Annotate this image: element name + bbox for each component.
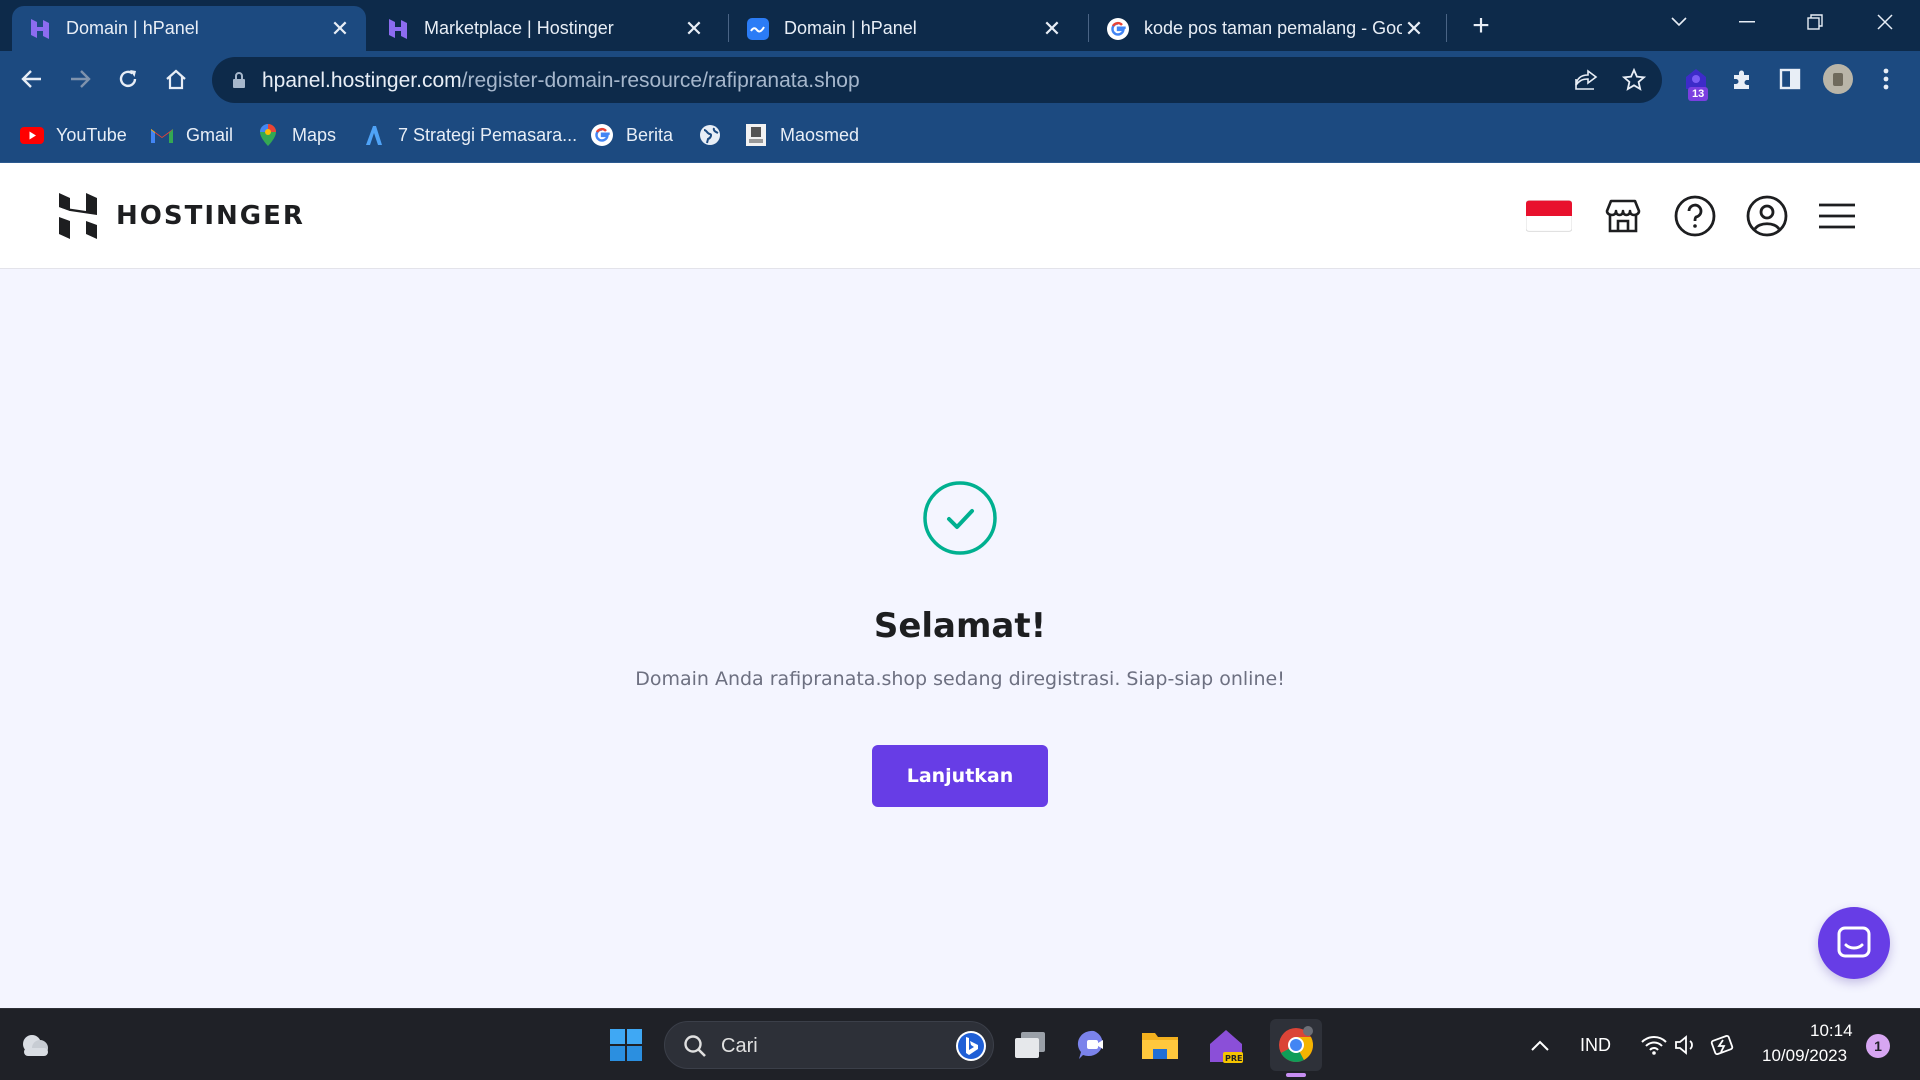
tab-marketplace[interactable]: Marketplace | Hostinger ✕ [370,6,720,51]
clock-date[interactable]: 10/09/2023 [1762,1046,1847,1066]
close-tab-icon[interactable]: ✕ [328,16,352,41]
reload-button[interactable] [110,61,146,97]
bookmark-maosmed[interactable]: Maosmed [744,122,859,148]
teams-chat-icon[interactable] [1072,1023,1116,1067]
store-icon[interactable] [1600,193,1646,239]
account-icon[interactable] [1744,193,1790,239]
taskbar-search[interactable]: Cari [664,1021,994,1069]
tab-google-search[interactable]: kode pos taman pemalang - Goo ✕ [1090,6,1440,51]
indonesia-flag-icon[interactable] [1526,193,1572,239]
search-placeholder: Cari [721,1035,758,1057]
tab-title: Domain | hPanel [66,18,199,38]
bookmarks-bar: YouTube Gmail Maps 7 Strategi Pemasara..… [0,108,1920,163]
bookmark-maps[interactable]: Maps [256,122,336,148]
extensions-puzzle-icon[interactable] [1724,61,1760,97]
browser-menu-icon[interactable] [1868,61,1904,97]
share-icon[interactable] [1574,69,1598,91]
extension-badge: 13 [1688,87,1709,101]
bookmark-gmail[interactable]: Gmail [150,122,233,148]
bookmark-label: Maosmed [780,124,860,145]
bookmark-label: YouTube [56,124,127,145]
bookmark-label: 7 Strategi Pemasara... [398,124,578,145]
back-button[interactable] [14,61,50,97]
tab-title: Marketplace | Hostinger [424,18,614,38]
maps-icon [256,123,280,147]
address-bar[interactable]: hpanel.hostinger.com/register-domain-res… [212,57,1662,103]
hostinger-logo-icon [59,193,97,239]
search-icon [684,1035,706,1057]
active-indicator [1286,1073,1306,1077]
tab-title: Domain | hPanel [784,18,917,38]
close-tab-icon[interactable]: ✕ [1040,16,1064,41]
hpanel-blue-icon [747,17,769,40]
site-header: HOSTINGER [0,163,1920,269]
restore-button[interactable] [1786,0,1844,44]
forward-button[interactable] [62,61,98,97]
lock-icon[interactable] [232,71,246,89]
profile-avatar[interactable] [1820,61,1856,97]
tab-strip: Domain | hPanel ✕ Marketplace | Hostinge… [0,0,1920,51]
url-domain: hpanel.hostinger.com [262,69,462,92]
hostinger-icon [31,18,49,39]
show-hidden-icons[interactable] [1518,1023,1562,1067]
windows-taskbar: Cari PRE IND 10:14 10/09/2023 [0,1008,1920,1080]
close-window-button[interactable] [1856,0,1914,44]
bing-icon[interactable] [955,1030,987,1062]
chrome-taskbar-icon[interactable] [1270,1019,1322,1077]
file-explorer-icon[interactable] [1138,1023,1182,1067]
brand-wordmark: HOSTINGER [116,201,305,231]
bookmark-strategi[interactable]: 7 Strategi Pemasara... [362,122,577,148]
weather-icon[interactable] [12,1023,56,1067]
clock-time[interactable]: 10:14 [1810,1021,1853,1041]
check-circle-icon [923,481,997,555]
chat-icon [1837,926,1871,958]
tab-domain-hpanel-2[interactable]: Domain | hPanel ✕ [730,6,1078,51]
tab-separator [1088,14,1089,42]
tab-separator [728,14,729,42]
bookmark-label: Berita [626,124,674,145]
tab-search-icon[interactable] [1650,0,1708,44]
help-icon[interactable] [1672,193,1718,239]
close-tab-icon[interactable]: ✕ [1402,16,1426,41]
start-button[interactable] [604,1023,648,1067]
task-view-icon[interactable] [1008,1023,1052,1067]
side-panel-icon[interactable] [1772,61,1808,97]
bookmark-globe[interactable] [698,122,734,148]
browser-toolbar: hpanel.hostinger.com/register-domain-res… [0,51,1920,108]
globe-icon [698,123,722,147]
google-icon [1107,17,1129,40]
tab-separator [1446,14,1447,42]
google-icon [590,123,614,147]
svg-text:PRE: PRE [1225,1054,1243,1063]
bookmark-label: Maps [292,124,337,145]
maosmed-icon [744,123,768,147]
bookmark-youtube[interactable]: YouTube [20,122,127,148]
bookmark-a-icon [362,123,386,147]
language-indicator[interactable]: IND [1580,1035,1611,1056]
bookmark-star-icon[interactable] [1622,68,1646,92]
url-path: /register-domain-resource/rafipranata.sh… [461,69,860,92]
main-content: Selamat! Domain Anda rafipranata.shop se… [0,270,1920,1008]
close-tab-icon[interactable]: ✕ [682,16,706,41]
hostinger-icon [389,18,407,39]
minimize-button[interactable] [1718,0,1776,44]
new-tab-button[interactable]: + [1464,9,1498,43]
bookmark-berita[interactable]: Berita [590,122,673,148]
app-pre-icon[interactable]: PRE [1204,1023,1248,1067]
continue-button[interactable]: Lanjutkan [872,745,1048,807]
tab-title: kode pos taman pemalang - Goo [1144,18,1402,38]
gmail-icon [150,123,174,147]
battery-icon[interactable] [1702,1023,1746,1067]
home-button[interactable] [158,61,194,97]
hostinger-logo[interactable]: HOSTINGER [58,193,305,239]
tab-domain-hpanel[interactable]: Domain | hPanel ✕ [12,6,366,51]
live-chat-button[interactable] [1818,907,1890,979]
menu-icon[interactable] [1814,193,1860,239]
registration-message: Domain Anda rafipranata.shop sedang dire… [635,668,1285,690]
page-title: Selamat! [873,606,1047,646]
notification-badge[interactable]: 1 [1866,1034,1890,1058]
youtube-icon [20,123,44,147]
bookmark-label: Gmail [186,124,234,145]
url-text[interactable]: hpanel.hostinger.com/register-domain-res… [262,69,860,93]
